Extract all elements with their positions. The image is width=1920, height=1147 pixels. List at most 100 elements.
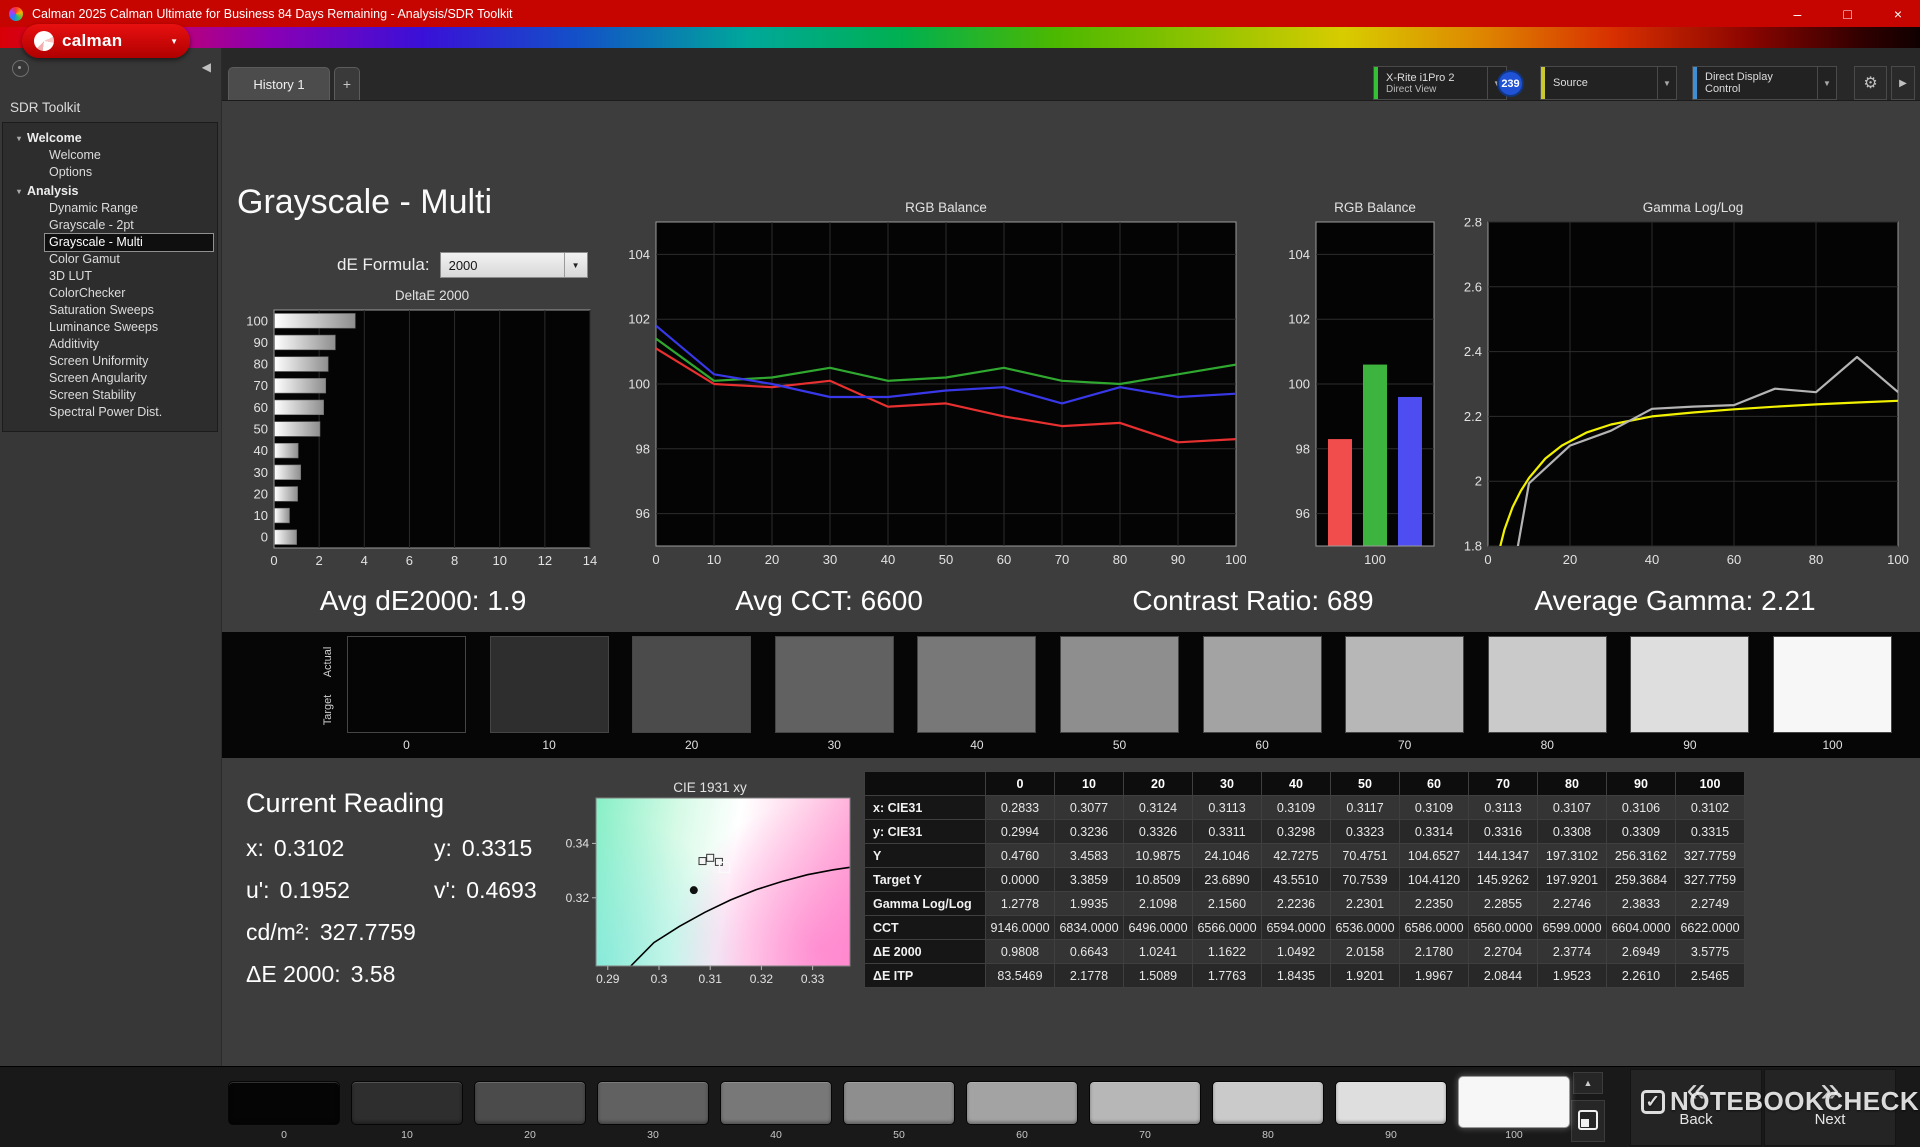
table-cell: 0.3109 <box>1400 796 1469 820</box>
row-label-cct: CCT <box>865 916 986 940</box>
stimulus-button-60[interactable] <box>966 1081 1078 1125</box>
stimulus-button-30[interactable] <box>597 1081 709 1125</box>
tick-label: 100 <box>628 377 650 392</box>
advance-button[interactable]: ▶ <box>1891 66 1915 100</box>
sidebar-item-grayscale-multi[interactable]: Grayscale - Multi <box>45 234 213 251</box>
settings-button[interactable]: ⚙ <box>1854 66 1887 100</box>
table-cell: 6586.0000 <box>1400 916 1469 940</box>
chart-canvas-deltae: 024681012140102030405060708090100 <box>236 306 602 570</box>
table-column-header-50: 50 <box>1331 772 1400 796</box>
table-cell: 0.2833 <box>986 796 1055 820</box>
tick-label: 2.6 <box>1464 279 1482 294</box>
meter-line2: Direct View <box>1386 84 1479 95</box>
add-tab-button[interactable]: + <box>334 67 360 100</box>
table-cell: 6496.0000 <box>1124 916 1193 940</box>
tab-history-1[interactable]: History 1 <box>228 67 330 100</box>
de-formula-value: 2000 <box>441 258 564 273</box>
pattern-window-button[interactable] <box>1571 1100 1605 1142</box>
stimulus-label: 40 <box>720 1129 832 1141</box>
table-cell: 2.3833 <box>1607 892 1676 916</box>
table-cell: 2.2301 <box>1331 892 1400 916</box>
sidebar-item-additivity[interactable]: Additivity <box>3 336 217 353</box>
expand-icon[interactable]: ▾ <box>17 187 21 196</box>
sidebar-item-screen-angularity[interactable]: Screen Angularity <box>3 370 217 387</box>
sidebar-item-color-gamut[interactable]: Color Gamut <box>3 251 217 268</box>
table-cell: 6566.0000 <box>1193 916 1262 940</box>
tick-label: 2 <box>316 553 323 568</box>
table-cell: 0.6643 <box>1055 940 1124 964</box>
stimulus-button-50[interactable] <box>843 1081 955 1125</box>
actual-row-label: Actual <box>322 640 334 684</box>
table-cell: 2.2236 <box>1262 892 1331 916</box>
stimulus-button-100[interactable] <box>1458 1076 1570 1128</box>
sidebar-item-welcome[interactable]: Welcome <box>3 147 217 164</box>
table-cell: 0.3113 <box>1469 796 1538 820</box>
table-row: CCT9146.00006834.00006496.00006566.00006… <box>865 916 1745 940</box>
gray-patch-60 <box>1203 636 1322 733</box>
tick-label: 40 <box>881 552 895 567</box>
row-label-y-cie31: y: CIE31 <box>865 820 986 844</box>
table-row: Target Y0.00003.385910.850923.689043.551… <box>865 868 1745 892</box>
table-cell: 2.2350 <box>1400 892 1469 916</box>
stimulus-button-70[interactable] <box>1089 1081 1201 1125</box>
table-cell: 6604.0000 <box>1607 916 1676 940</box>
source-dropdown[interactable]: Source ▼ <box>1540 66 1677 100</box>
close-button[interactable]: × <box>1894 6 1902 22</box>
de-value: 3.58 <box>351 961 396 1003</box>
tick-label: 60 <box>1727 552 1741 567</box>
sidebar-item-grayscale-2pt[interactable]: Grayscale - 2pt <box>3 217 217 234</box>
table-cell: 6536.0000 <box>1331 916 1400 940</box>
sidebar-item-3d-lut[interactable]: 3D LUT <box>3 268 217 285</box>
sidebar-item-screen-uniformity[interactable]: Screen Uniformity <box>3 353 217 370</box>
expand-icon[interactable]: ▾ <box>17 134 21 143</box>
tick-label: 50 <box>939 552 953 567</box>
sidebar-tree: ▾WelcomeWelcomeOptions▾AnalysisDynamic R… <box>2 122 218 432</box>
display-control-label: Direct Display Control <box>1705 71 1809 95</box>
record-icon[interactable] <box>12 60 29 77</box>
tree-section-analysis[interactable]: ▾Analysis <box>3 181 217 200</box>
table-cell: 0.3107 <box>1538 796 1607 820</box>
display-control-dropdown[interactable]: Direct Display Control ▼ <box>1692 66 1837 100</box>
gray-patch-label: 50 <box>1060 738 1179 752</box>
stimulus-button-40[interactable] <box>720 1081 832 1125</box>
minimize-button[interactable]: – <box>1794 6 1802 22</box>
gray-patch-label: 30 <box>775 738 894 752</box>
stimulus-button-0[interactable] <box>228 1081 340 1125</box>
sidebar-item-options[interactable]: Options <box>3 164 217 181</box>
tick-label: 30 <box>254 465 268 480</box>
rgb-balance-line-chart: RGB Balance 9698100102104010203040506070… <box>612 200 1246 572</box>
table-cell: 3.5775 <box>1676 940 1745 964</box>
de-formula-select[interactable]: 2000 ▼ <box>440 252 588 278</box>
sidebar-item-spectral-power-dist[interactable]: Spectral Power Dist. <box>3 404 217 421</box>
app-window: Calman 2025 Calman Ultimate for Business… <box>0 0 1920 1146</box>
tick-label: 0 <box>652 552 659 567</box>
sidebar-item-luminance-sweeps[interactable]: Luminance Sweeps <box>3 319 217 336</box>
tree-section-welcome[interactable]: ▾ Welcome <box>3 128 217 147</box>
table-cell: 0.3236 <box>1055 820 1124 844</box>
contrast-ratio-readout: Contrast Ratio: 689 <box>1132 585 1373 617</box>
calman-menu-button[interactable]: calman ▼ <box>22 24 190 58</box>
meter-dropdown[interactable]: X-Rite i1Pro 2 Direct View ▼ <box>1373 66 1507 100</box>
sidebar-item-colorchecker[interactable]: ColorChecker <box>3 285 217 302</box>
table-column-header-20: 20 <box>1124 772 1193 796</box>
table-column-header-70: 70 <box>1469 772 1538 796</box>
sidebar-item-screen-stability[interactable]: Screen Stability <box>3 387 217 404</box>
sidebar-item-dynamic-range[interactable]: Dynamic Range <box>3 200 217 217</box>
tick-label: 0.32 <box>566 891 590 905</box>
collapse-sidebar-icon[interactable]: ◀ <box>202 60 211 74</box>
sidebar-item-saturation-sweeps[interactable]: Saturation Sweeps <box>3 302 217 319</box>
table-cell: 0.3315 <box>1676 820 1745 844</box>
maximize-button[interactable]: □ <box>1843 6 1851 22</box>
tree-section-label: Welcome <box>27 131 82 145</box>
stimulus-button-90[interactable] <box>1335 1081 1447 1125</box>
table-cell: 1.2778 <box>986 892 1055 916</box>
stimulus-button-10[interactable] <box>351 1081 463 1125</box>
expand-strip-button[interactable]: ▲ <box>1573 1072 1603 1094</box>
stimulus-button-20[interactable] <box>474 1081 586 1125</box>
row-label-gamma-log-log: Gamma Log/Log <box>865 892 986 916</box>
table-cell: 1.9201 <box>1331 964 1400 988</box>
stimulus-button-80[interactable] <box>1212 1081 1324 1125</box>
tick-label: 10 <box>492 553 506 568</box>
table-cell: 0.0000 <box>986 868 1055 892</box>
table-cell: 43.5510 <box>1262 868 1331 892</box>
